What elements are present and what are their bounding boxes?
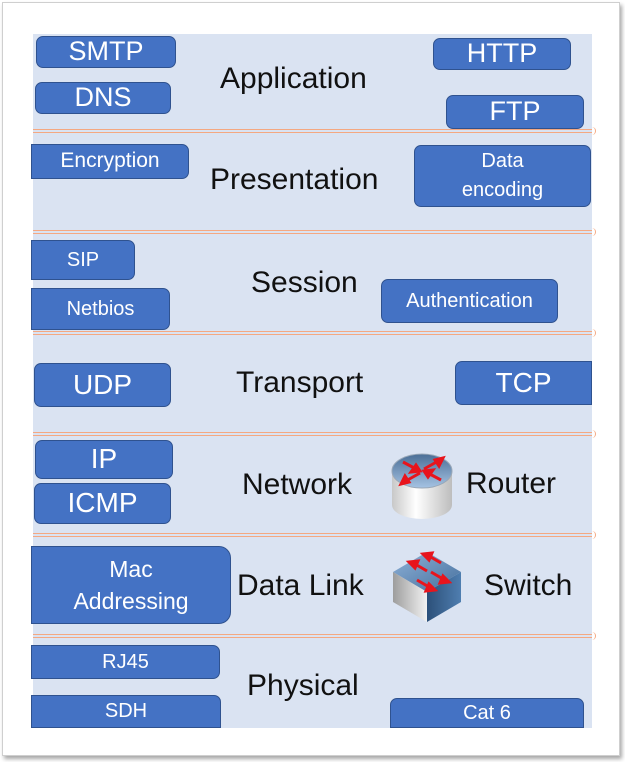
device-label-switch: Switch — [484, 569, 573, 602]
layer-separator — [33, 329, 596, 337]
layer-physical: RJ45 SDH Physical Cat 6 — [31, 639, 592, 728]
protocol-ip: IP — [35, 440, 173, 479]
protocol-udp: UDP — [34, 363, 171, 407]
layer-title-presentation: Presentation — [210, 163, 379, 196]
layer-title-physical: Physical — [247, 669, 359, 702]
protocol-data-encoding-line2: encoding — [461, 179, 544, 201]
protocol-cat6: Cat 6 — [390, 698, 584, 728]
protocol-http: HTTP — [433, 38, 571, 70]
protocol-icmp: ICMP — [34, 483, 171, 524]
layer-separator — [33, 228, 596, 236]
layer-title-transport: Transport — [236, 366, 364, 399]
layer-application: SMTP DNS Application HTTP FTP — [33, 34, 592, 130]
layer-session: SIP Netbios Session Authentication — [31, 235, 592, 331]
protocol-tcp: TCP — [455, 361, 592, 405]
protocol-smtp: SMTP — [36, 36, 176, 68]
protocol-sip: SIP — [31, 240, 135, 280]
protocol-rj45: RJ45 — [31, 645, 220, 679]
protocol-ftp: FTP — [446, 95, 584, 129]
protocol-mac-line2: Addressing — [73, 588, 189, 614]
layer-separator — [33, 632, 596, 640]
layer-presentation: Encryption Presentation Data encoding — [31, 134, 592, 230]
layer-separator — [33, 531, 596, 539]
protocol-mac-line1: Mac — [109, 555, 153, 582]
layer-title-network: Network — [242, 468, 353, 501]
protocol-sdh: SDH — [31, 695, 221, 728]
layer-title-session: Session — [251, 266, 358, 299]
router-icon — [391, 453, 453, 519]
protocol-dns: DNS — [35, 82, 171, 114]
protocol-authentication: Authentication — [381, 279, 558, 323]
layer-title-application: Application — [220, 62, 367, 95]
device-label-router: Router — [466, 467, 557, 500]
layer-transport: UDP Transport TCP — [33, 336, 592, 432]
layer-separator — [33, 430, 596, 438]
switch-icon — [393, 551, 461, 622]
layer-datalink: Mac Addressing Data Link Switch — [31, 538, 592, 634]
layer-separator — [33, 127, 596, 135]
layer-network: IP ICMP Network Router — [33, 437, 592, 533]
protocol-netbios: Netbios — [31, 288, 170, 330]
osi-diagram: SMTP DNS Application HTTP FTP Encryption… — [31, 34, 596, 728]
layer-title-datalink: Data Link — [237, 569, 364, 602]
protocol-data-encoding-line1: Data — [481, 150, 524, 172]
protocol-encryption: Encryption — [31, 144, 189, 179]
protocol-mac-addressing: Mac Addressing — [31, 546, 231, 624]
protocol-data-encoding: Data encoding — [414, 145, 591, 207]
